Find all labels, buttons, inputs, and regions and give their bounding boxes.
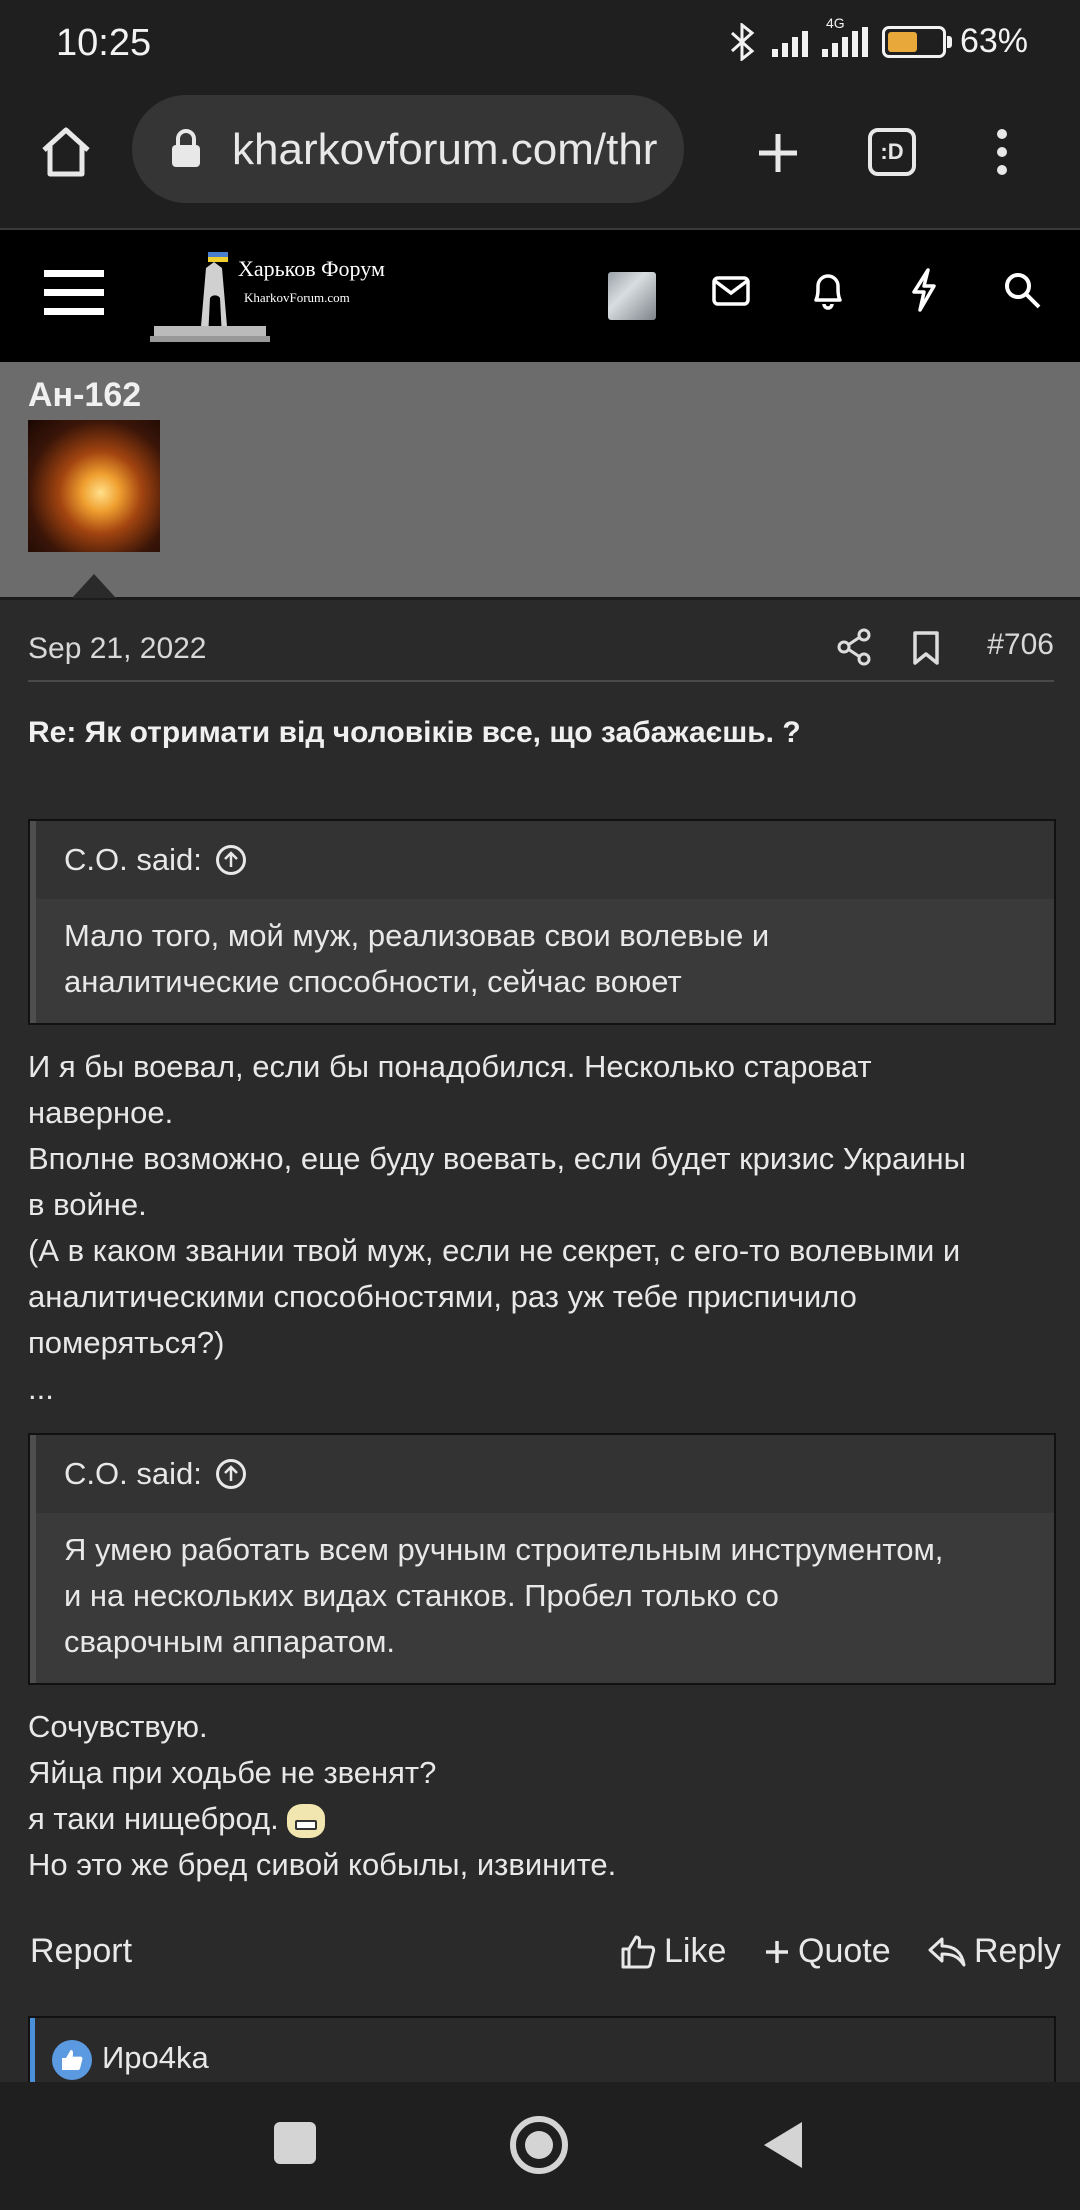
network-label: 4G (825, 14, 845, 31)
quote-header[interactable]: C.O. said: (30, 821, 1054, 899)
reply-label: Reply (974, 1932, 1061, 1970)
body-line: аналитическими способностями, раз уж теб… (28, 1279, 857, 1314)
reaction-user[interactable]: Иро4ka (102, 2040, 209, 2076)
bookmark-icon[interactable] (912, 630, 940, 666)
quote-text: Мало того, мой муж, реализовав свои воле… (30, 899, 1054, 1023)
cell-signal-icon: 4G (821, 15, 868, 57)
body-line: И я бы воевал, если бы понадобился. Неск… (28, 1049, 872, 1084)
url-text: kharkovforum.com/thr (232, 125, 658, 174)
post-author-block (0, 362, 1080, 598)
mail-icon[interactable] (712, 276, 750, 306)
post-author-avatar[interactable] (28, 420, 160, 552)
post-number[interactable]: #706 (987, 628, 1054, 662)
share-icon[interactable] (836, 628, 872, 666)
quote-label: Quote (798, 1932, 891, 1970)
post-date[interactable]: Sep 21, 2022 (28, 632, 207, 666)
site-header: Харьков Форум KharkovForum.com (0, 230, 1080, 362)
body-line: в войне. (28, 1187, 147, 1222)
lightning-icon[interactable] (908, 268, 940, 312)
like-button[interactable]: Like (620, 1932, 726, 1971)
body-line: Яйца при ходьбе не звенят? (28, 1755, 437, 1790)
divider (0, 597, 1080, 600)
author-pointer-arrow (72, 574, 116, 598)
battery-percent: 63% (959, 22, 1028, 60)
divider (28, 680, 1054, 682)
quote-block: C.O. said: Мало того, мой муж, реализова… (28, 819, 1056, 1025)
status-time: 10:25 (56, 22, 152, 64)
post-title: Re: Як отримати від чоловіків все, що за… (28, 716, 801, 749)
site-logo[interactable]: Харьков Форум KharkovForum.com (150, 248, 385, 348)
tabs-switcher-icon[interactable]: :D (868, 128, 916, 176)
quote-line: сварочным аппаратом. (64, 1624, 396, 1659)
quote-line: Мало того, мой муж, реализовав свои воле… (64, 918, 770, 953)
back-button[interactable] (760, 2118, 806, 2172)
new-tab-icon[interactable] (755, 130, 801, 176)
system-nav-bar (0, 2082, 1080, 2210)
jump-to-quote-icon[interactable] (215, 1459, 246, 1489)
status-icons: 4G 63% (728, 15, 1028, 61)
bluetooth-icon (730, 22, 755, 61)
body-line: (А в каком звании твой муж, если не секр… (28, 1233, 961, 1268)
post-author-name[interactable]: Ан-162 (28, 376, 141, 415)
battery-icon (881, 25, 952, 58)
quote-text: Я умею работать всем ручным строительным… (30, 1513, 1054, 1683)
lock-icon (172, 129, 200, 167)
quote-line: аналитические способности, сейчас воюет (64, 964, 682, 999)
quote-line: и на нескольких видах станков. Пробел то… (64, 1578, 779, 1613)
search-icon[interactable] (1002, 270, 1042, 310)
quote-line: Я умею работать всем ручным строительным… (64, 1532, 944, 1567)
body-line: я таки нищеброд. (28, 1801, 279, 1836)
quote-header[interactable]: C.O. said: (30, 1435, 1054, 1513)
quote-button[interactable]: Quote (764, 1932, 891, 1971)
jump-to-quote-icon[interactable] (215, 845, 246, 875)
address-bar[interactable]: kharkovforum.com/thr (132, 95, 684, 203)
hamburger-menu-icon[interactable] (44, 268, 104, 318)
thumbs-up-icon (621, 1935, 656, 1968)
post-body: И я бы воевал, если бы понадобился. Неск… (28, 1044, 1058, 1412)
recents-button[interactable] (274, 2122, 316, 2164)
logo-title: Харьков Форум (238, 256, 385, 281)
quote-author: C.O. said: (64, 1456, 202, 1491)
home-button[interactable] (510, 2116, 568, 2174)
home-icon[interactable] (38, 124, 94, 180)
bell-icon[interactable] (810, 270, 846, 310)
post-body: Сочувствую. Яйца при ходьбе не звенят? я… (28, 1704, 1058, 1888)
body-line: Вполне возможно, еще буду воевать, если … (28, 1141, 966, 1176)
body-line: Но это же бред сивой кобылы, извините. (28, 1847, 617, 1882)
body-line: наверное. (28, 1095, 174, 1130)
more-menu-icon[interactable] (990, 126, 1014, 178)
grin-emoji-icon (287, 1803, 326, 1838)
wifi-signal-icon (771, 27, 808, 57)
quote-block: C.O. said: Я умею работать всем ручным с… (28, 1433, 1056, 1685)
logo-subtitle: KharkovForum.com (244, 290, 350, 305)
like-label: Like (664, 1932, 727, 1970)
report-link[interactable]: Report (30, 1932, 132, 1971)
reply-button[interactable]: Reply (928, 1932, 1061, 1971)
body-line: Сочувствую. (28, 1709, 208, 1744)
quote-author: C.O. said: (64, 842, 202, 877)
body-line: ... (28, 1371, 54, 1406)
like-reaction-icon (52, 2040, 92, 2080)
status-bar: 10:25 4G 63% (0, 0, 1080, 92)
body-line: померяться?) (28, 1325, 225, 1360)
user-avatar[interactable] (608, 272, 656, 320)
report-label: Report (30, 1932, 133, 1970)
plus-icon (766, 1940, 788, 1963)
body-line-with-emoji: я таки нищеброд. (28, 1796, 1058, 1842)
reply-arrow-icon (928, 1937, 966, 1966)
